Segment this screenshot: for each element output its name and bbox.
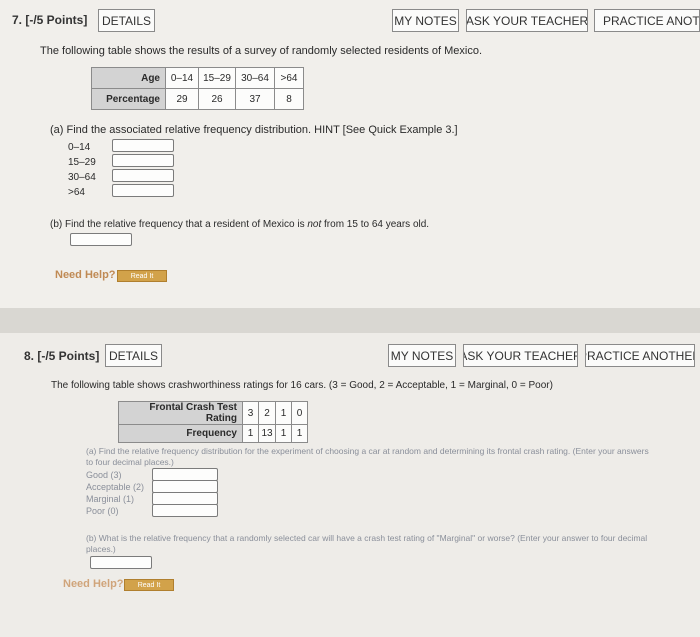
question-intro: The following table shows crashworthines… [51, 380, 553, 391]
table-row-header: Frontal Crash Test Rating [118, 401, 243, 425]
table-cell: 29 [165, 88, 199, 110]
table-row-header: Age [91, 67, 166, 89]
table-cell: 1 [242, 424, 259, 443]
part-b-prompt-cont: places.) [86, 544, 116, 554]
part-b-text: from 15 to 64 years old. [321, 219, 430, 230]
table-row-header: Frequency [118, 424, 243, 443]
part-a-prompt: (a) Find the associated relative frequen… [50, 124, 458, 136]
answer-input-0-14[interactable] [112, 139, 174, 152]
table-cell: 15–29 [198, 67, 236, 89]
row-label: Marginal (1) [86, 494, 135, 504]
part-b-emphasis: not [307, 219, 322, 230]
ask-teacher-button[interactable]: ASK YOUR TEACHER [466, 9, 588, 32]
my-notes-button[interactable]: MY NOTES [392, 9, 459, 32]
table-cell: 13 [258, 424, 276, 443]
practice-another-button[interactable]: PRACTICE ANOTHER [585, 344, 695, 367]
details-button[interactable]: DETAILS [105, 344, 162, 367]
table-cell: 3 [242, 401, 259, 425]
row-label: 30–64 [68, 172, 96, 183]
survey-table: Age 0–14 15–29 30–64 >64 Percentage 29 2… [91, 67, 304, 110]
question-number: 8. [-/5 Points] [24, 349, 100, 363]
answer-input-30-64[interactable] [112, 169, 174, 182]
table-cell: 1 [291, 424, 308, 443]
table-cell: 26 [198, 88, 236, 110]
row-label: 0–14 [68, 142, 91, 153]
my-notes-button[interactable]: MY NOTES [388, 344, 456, 367]
practice-another-button[interactable]: PRACTICE ANOTHER [594, 9, 700, 32]
need-help-label: Need Help? [55, 269, 116, 281]
question-divider [0, 308, 700, 333]
answer-input-part-b[interactable] [90, 556, 152, 569]
table-cell: 2 [258, 401, 276, 425]
answer-input-over-64[interactable] [112, 184, 174, 197]
question-intro: The following table shows the results of… [40, 45, 483, 57]
crash-rating-table: Frontal Crash Test Rating 3 2 1 0 Freque… [118, 401, 308, 443]
table-cell: 1 [275, 401, 292, 425]
part-a-prompt-cont: to four decimal places.) [86, 457, 174, 467]
table-cell: 0–14 [165, 67, 199, 89]
answer-input-15-29[interactable] [112, 154, 174, 167]
read-it-button[interactable]: Read It [124, 579, 174, 591]
row-label: 15–29 [68, 157, 96, 168]
ask-teacher-button[interactable]: ASK YOUR TEACHER [463, 344, 578, 367]
table-cell: 0 [291, 401, 308, 425]
question-8: 8. [-/5 Points] DETAILS MY NOTES ASK YOU… [0, 333, 700, 637]
answer-input-part-b[interactable] [70, 233, 132, 246]
part-b-prompt: (b) What is the relative frequency that … [86, 533, 648, 543]
table-cell: 1 [275, 424, 292, 443]
answer-input-poor[interactable] [152, 504, 218, 517]
table-cell: >64 [274, 67, 304, 89]
need-help-label: Need Help? [63, 578, 124, 590]
part-b-prompt: (b) Find the relative frequency that a r… [50, 219, 429, 230]
question-number: 7. [-/5 Points] [12, 13, 88, 27]
details-button[interactable]: DETAILS [98, 9, 155, 32]
row-label: Good (3) [86, 470, 122, 480]
row-label: >64 [68, 187, 85, 198]
table-row-header: Percentage [91, 88, 166, 110]
table-cell: 37 [235, 88, 275, 110]
row-label: Poor (0) [86, 506, 119, 516]
table-cell: 30–64 [235, 67, 275, 89]
read-it-button[interactable]: Read It [117, 270, 167, 282]
part-a-prompt: (a) Find the relative frequency distribu… [86, 446, 649, 456]
table-cell: 8 [274, 88, 304, 110]
question-7: 7. [-/5 Points] DETAILS MY NOTES ASK YOU… [0, 0, 700, 308]
row-label: Acceptable (2) [86, 482, 145, 492]
part-b-text: (b) Find the relative frequency that a r… [50, 219, 308, 230]
